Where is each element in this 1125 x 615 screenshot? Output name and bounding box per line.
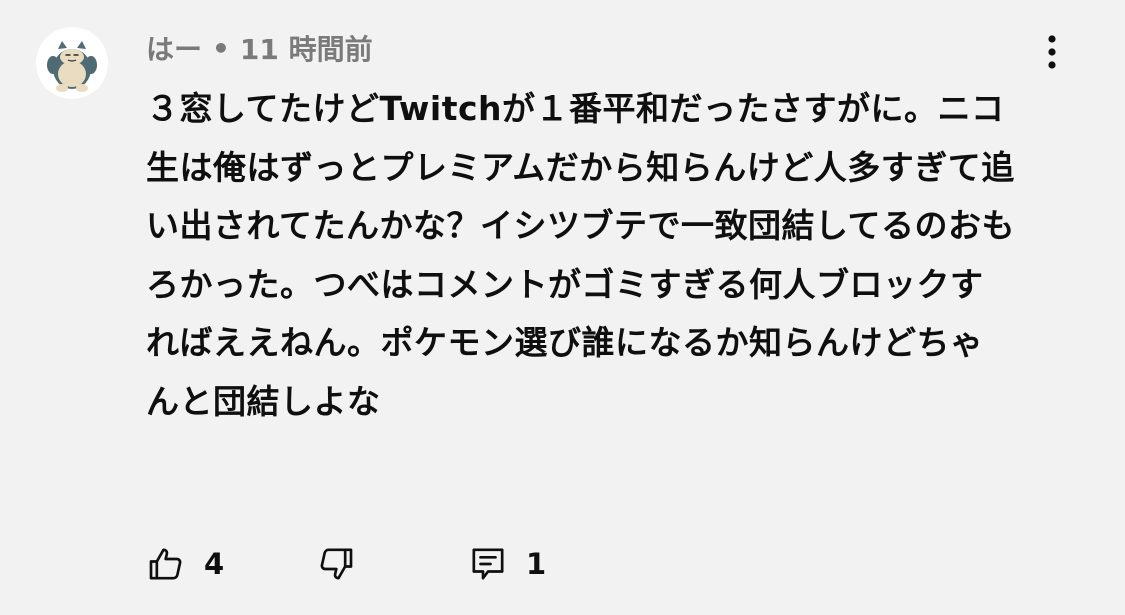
comment-body: ３窓してたけどTwitchが１番平和だったさすがに。ニコ生は俺はずっとプレミアム…	[146, 89, 1016, 421]
reply-button[interactable]: 1	[468, 540, 546, 588]
more-options-button[interactable]	[1030, 30, 1074, 74]
author-name[interactable]: はー	[146, 28, 202, 68]
thumbs-down-icon	[320, 548, 353, 580]
more-vertical-icon	[1048, 35, 1056, 69]
author-avatar[interactable]	[36, 27, 108, 99]
header-separator: •	[212, 31, 230, 65]
snorlax-avatar-icon	[36, 27, 108, 99]
comment-timestamp[interactable]: 11 時間前	[240, 28, 373, 68]
reply-count: 1	[526, 547, 547, 581]
like-count: 4	[204, 547, 225, 581]
comment-header: はー • 11 時間前	[146, 26, 373, 70]
comment-item: はー • 11 時間前 ３窓してたけどTwitchが１番平和だったさすがに。ニコ…	[0, 0, 1125, 615]
comment-actions: 4 1	[146, 540, 666, 588]
like-button[interactable]: 4	[146, 540, 224, 588]
dislike-button[interactable]	[316, 540, 356, 588]
thumbs-up-icon	[149, 548, 182, 580]
comment-reply-icon	[472, 548, 504, 580]
